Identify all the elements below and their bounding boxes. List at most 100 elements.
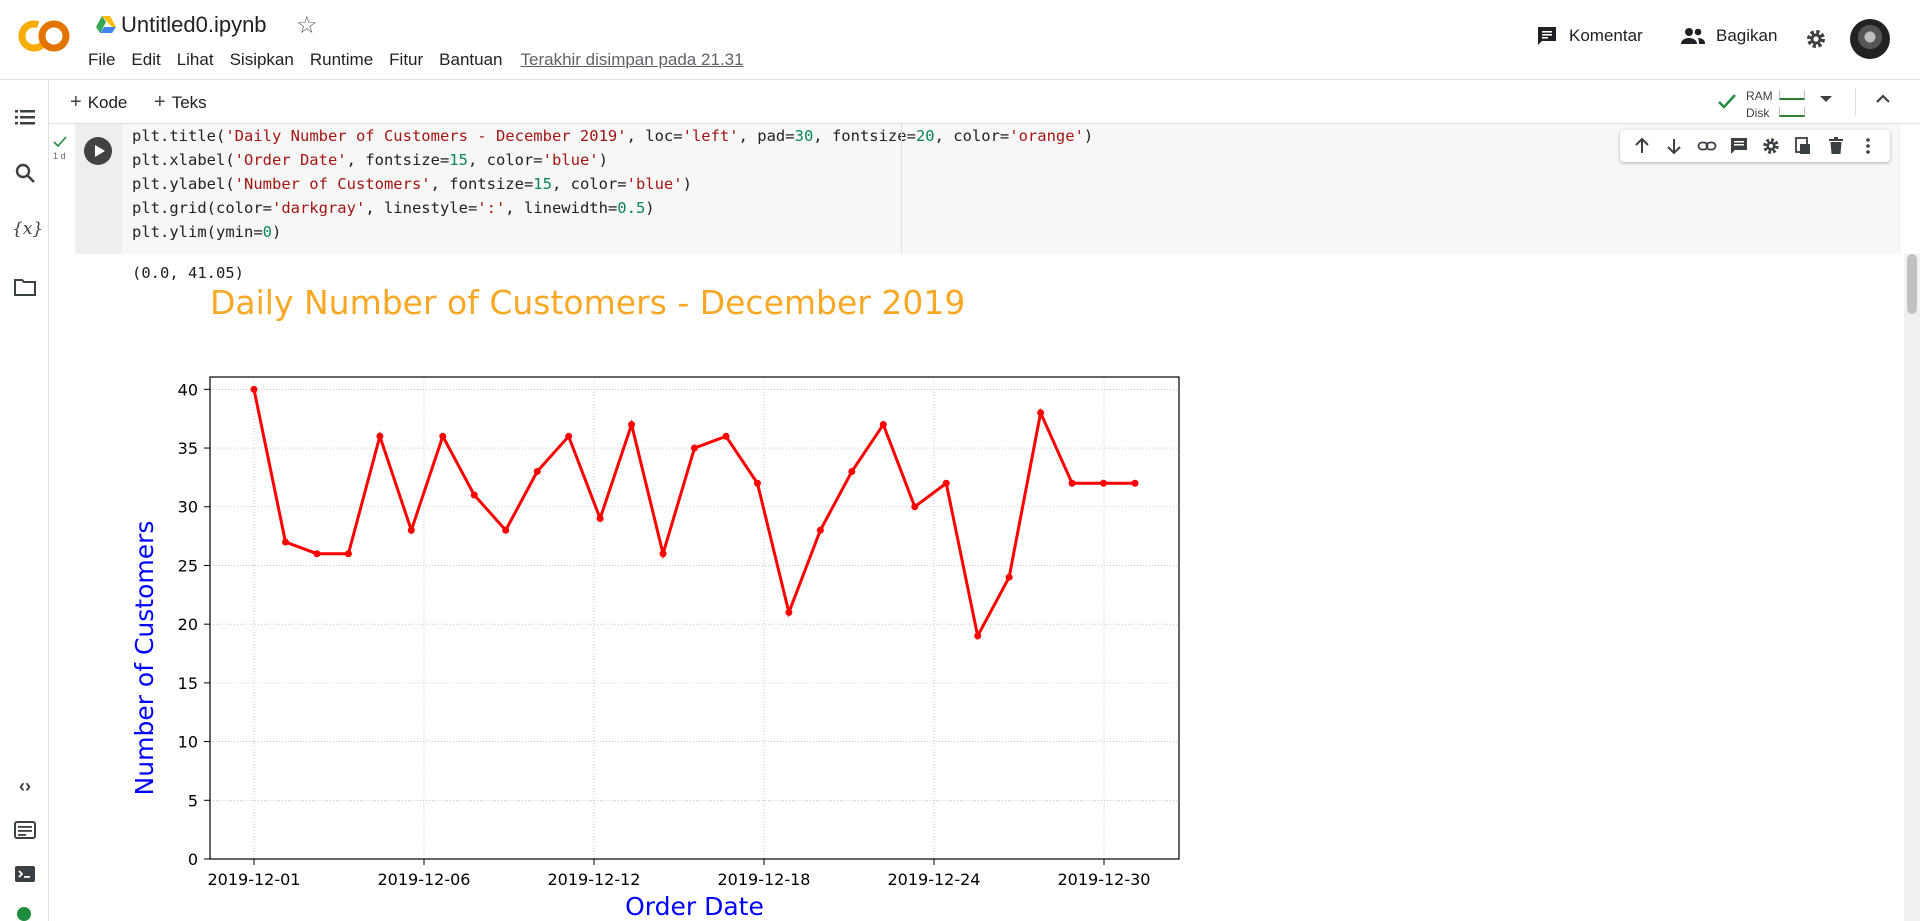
trash-icon[interactable] — [1826, 136, 1846, 156]
execution-check-icon — [53, 136, 67, 148]
cell-toolbar — [1620, 130, 1890, 162]
y-tick-label: 35 — [178, 439, 198, 458]
data-point — [407, 526, 415, 534]
x-tick-label: 2019-12-30 — [1058, 870, 1151, 889]
colab-logo[interactable] — [18, 18, 70, 54]
google-drive-icon[interactable] — [96, 14, 116, 34]
chevron-down-icon[interactable] — [1820, 96, 1832, 102]
data-point — [785, 608, 793, 616]
ram-label: RAM — [1746, 89, 1773, 103]
y-tick-label: 15 — [178, 674, 198, 693]
x-axis-label: Order Date — [625, 892, 764, 921]
menu-item-sisipkan[interactable]: Sisipkan — [230, 50, 294, 70]
mirror-cell-icon[interactable] — [1793, 136, 1813, 156]
search-icon[interactable] — [12, 160, 38, 186]
menu-item-fitur[interactable]: Fitur — [389, 50, 423, 70]
data-point — [344, 550, 352, 558]
data-point — [1037, 409, 1045, 417]
share-button[interactable]: Bagikan — [1680, 24, 1777, 48]
data-point — [281, 538, 289, 546]
menu-bar: File Edit Lihat Sisipkan Runtime Fitur Bantuan… — [88, 50, 760, 70]
chart-title: Daily Number of Customers - December 201… — [210, 283, 965, 322]
menu-item-bantuan[interactable]: Bantuan — [439, 50, 502, 70]
chevron-up-icon[interactable] — [1872, 88, 1894, 110]
y-tick-label: 20 — [178, 615, 198, 634]
series-line — [252, 389, 1135, 641]
ram-bar — [1779, 90, 1805, 100]
connected-check-icon — [1718, 94, 1736, 109]
cell-output: (0.0, 41.05) Daily Number of Customers -… — [75, 254, 1901, 921]
scrollbar-thumb[interactable] — [1907, 254, 1917, 314]
notebook-toolbar: + Kode + Teks RAM Disk — [0, 80, 1920, 124]
code-editor[interactable]: plt.title('Daily Number of Customers - D… — [132, 124, 1093, 244]
data-point — [691, 444, 698, 452]
people-icon — [1681, 28, 1705, 44]
runtime-status-dot — [17, 907, 31, 921]
add-text-label: Teks — [171, 93, 207, 112]
data-point — [533, 468, 541, 476]
resource-monitor[interactable]: RAM Disk — [1716, 86, 1826, 120]
left-sidebar: {x} ‹› — [0, 80, 49, 921]
data-point — [848, 468, 856, 476]
variables-icon[interactable]: {x} — [12, 216, 43, 242]
line-chart: Daily Number of Customers - December 201… — [130, 283, 1180, 921]
share-label: Bagikan — [1716, 26, 1778, 45]
x-tick-label: 2019-12-18 — [718, 870, 811, 889]
plus-icon: + — [70, 91, 82, 113]
data-point — [628, 421, 636, 429]
gear-icon[interactable] — [1804, 27, 1828, 51]
terminal-icon[interactable] — [12, 861, 38, 887]
more-vert-icon[interactable] — [1858, 136, 1878, 156]
menu-item-edit[interactable]: Edit — [131, 50, 160, 70]
app-header: Untitled0.ipynb ☆ File Edit Lihat Sisipkan R… — [0, 0, 1920, 80]
menu-item-lihat[interactable]: Lihat — [177, 50, 214, 70]
menu-item-file[interactable]: File — [88, 50, 115, 70]
data-point — [596, 514, 604, 522]
data-point — [974, 632, 982, 640]
y-tick-label: 10 — [178, 733, 198, 752]
table-of-contents-icon[interactable] — [12, 104, 38, 130]
code-line: plt.ylabel('Number of Customers', fontsi… — [132, 175, 692, 193]
comment-button[interactable]: Komentar — [1535, 24, 1643, 48]
code-line: plt.ylim(ymin=0) — [132, 223, 282, 241]
y-tick-label: 40 — [178, 380, 198, 399]
run-cell-button[interactable] — [84, 137, 112, 165]
star-icon[interactable]: ☆ — [296, 11, 318, 40]
x-tick-label: 2019-12-24 — [888, 870, 981, 889]
data-point — [1005, 573, 1013, 581]
x-tick-label: 2019-12-12 — [548, 870, 641, 889]
arrow-down-icon[interactable] — [1664, 136, 1684, 156]
disk-bar — [1779, 107, 1805, 117]
code-snippets-icon[interactable]: ‹› — [12, 773, 38, 799]
add-code-button[interactable]: + Kode — [70, 91, 127, 114]
data-point — [439, 432, 447, 440]
data-point — [502, 526, 510, 534]
folder-icon[interactable] — [12, 274, 38, 300]
add-code-label: Kode — [87, 93, 128, 112]
command-palette-icon[interactable] — [12, 817, 38, 843]
data-point — [911, 503, 919, 511]
link-icon[interactable] — [1697, 136, 1717, 156]
execution-time: 1 d — [53, 151, 66, 161]
y-tick-label: 25 — [178, 556, 198, 575]
menu-item-runtime[interactable]: Runtime — [310, 50, 373, 70]
arrow-up-icon[interactable] — [1632, 136, 1652, 156]
code-line: plt.grid(color='darkgray', linestyle=':'… — [132, 199, 655, 217]
comment-icon[interactable] — [1729, 136, 1749, 156]
x-tick-label: 2019-12-06 — [378, 870, 471, 889]
data-point — [313, 550, 321, 558]
add-text-button[interactable]: + Teks — [154, 91, 207, 114]
user-avatar[interactable] — [1850, 19, 1890, 59]
cell-gutter — [75, 124, 122, 254]
data-point — [942, 479, 950, 487]
y-axis-label: Number of Customers — [130, 521, 159, 796]
gear-icon[interactable] — [1761, 136, 1781, 156]
notebook-title[interactable]: Untitled0.ipynb — [121, 12, 267, 38]
data-point — [250, 385, 258, 393]
scrollbar[interactable] — [1904, 254, 1920, 921]
data-point — [470, 491, 478, 499]
plus-icon: + — [154, 91, 166, 113]
data-point — [376, 432, 384, 440]
last-saved-link[interactable]: Terakhir disimpan pada 21.31 — [521, 50, 744, 70]
code-line: plt.title('Daily Number of Customers - D… — [132, 127, 1094, 145]
